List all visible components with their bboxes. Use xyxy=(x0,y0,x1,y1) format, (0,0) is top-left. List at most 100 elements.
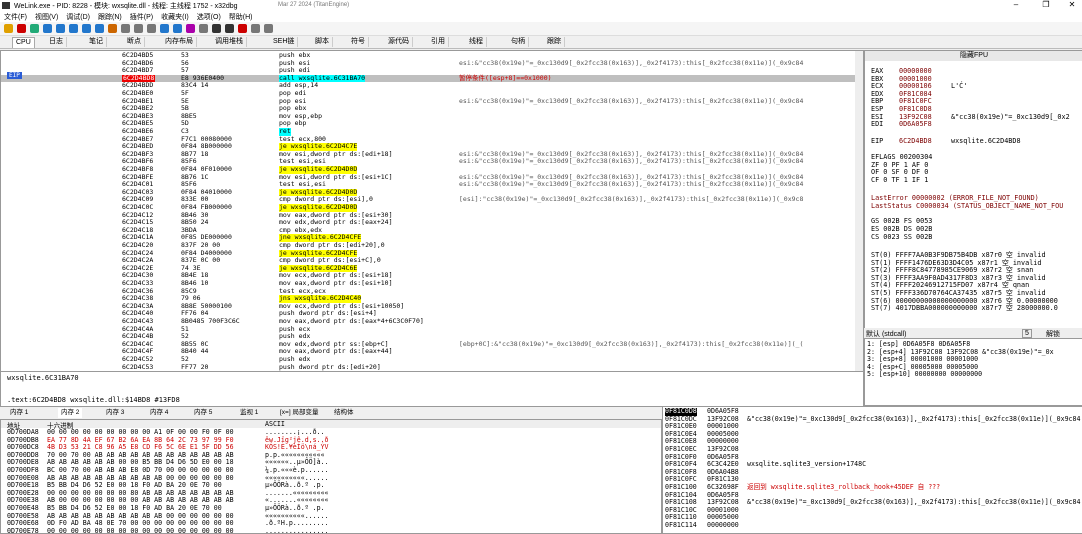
toolbar-icon[interactable] xyxy=(43,24,52,33)
register-comment: &"cc38(0x19e)"=_0xc130d9[_0x2 xyxy=(951,112,1070,121)
dump-tabs: 内存 1 内存 2 内存 3 内存 4 内存 5 监视 1 [x=] 局部变量 结构体 xyxy=(0,408,660,418)
register-comment: L'Ć' xyxy=(951,82,968,91)
register-value[interactable]: 0D6A05F8 xyxy=(899,120,951,128)
tab-5[interactable]: 调用堆栈 xyxy=(212,37,247,47)
dump-header-ascii: ASCII xyxy=(265,420,285,428)
toolbar-icon[interactable] xyxy=(212,24,221,33)
title-bar: WeLink.exe - PID: 8228 - 模块: wxsqlite.dl… xyxy=(0,0,1082,11)
toolbar-icon[interactable] xyxy=(264,24,273,33)
toolbar-icon[interactable] xyxy=(134,24,143,33)
menu-bar: 文件(F) 视图(V) 调试(D) 跟踪(N) 插件(P) 收藏夹(I) 选项(O) 帮助(H… xyxy=(0,11,1082,22)
flags-row: CF 0 TF 1 IF 1 xyxy=(871,176,929,184)
toolbar-icon[interactable] xyxy=(225,24,234,33)
toolbar-icon[interactable] xyxy=(56,24,65,33)
dump-row[interactable]: 0D700E78 00 00 00 00 00 00 00 00 00 00 00… xyxy=(1,526,661,534)
dump-tab-7[interactable]: 结构体 xyxy=(334,408,354,418)
tab-1[interactable]: 日志 xyxy=(46,37,67,47)
tab-0[interactable]: CPU xyxy=(12,37,35,48)
stack-comment: &"cc38(0x19e)"=_0xc130d9[_0x2fcc38(0x163… xyxy=(747,414,1081,423)
dump-address: 0D700E78 xyxy=(7,526,39,534)
view-tabs: CPU 日志 笔记 断点 内存布局 调用堆栈 SEH链 脚本 符号 源代码 引用 线程 句柄 跟踪 xyxy=(0,36,1082,49)
maximize-icon[interactable]: ❐ xyxy=(1036,0,1056,9)
stack-panel[interactable]: 0F81C0D8 0D6A05F8 0F81C0DC 13F92C08 &"cc38(0… xyxy=(662,406,1082,534)
stack-address: 0F81C114 xyxy=(665,521,697,529)
tab-8[interactable]: 符号 xyxy=(348,37,369,47)
dump-ascii: ................ xyxy=(265,526,329,534)
minimize-icon[interactable]: – xyxy=(1006,0,1026,9)
toolbar-icon[interactable] xyxy=(30,24,39,33)
toolbar-icon[interactable] xyxy=(160,24,169,33)
toolbar-icon[interactable] xyxy=(199,24,208,33)
stack-comment: 返回到 wxsqlite.sqlite3_rollback_hook+45DEF… xyxy=(747,483,941,491)
toolbar-icon[interactable] xyxy=(108,24,117,33)
call-args-panel: 1: [esp] 0D6A05F8 0D6A05F8 2: [esp+4] 13F… xyxy=(864,338,1082,406)
dump-tab-6[interactable]: [x=] 局部变量 xyxy=(280,408,318,418)
arg-count-spinner[interactable]: 5 xyxy=(1022,329,1032,338)
tab-3[interactable]: 断点 xyxy=(124,37,145,47)
last-error: LastError 00000002 (ERROR_FILE_NOT_FOUND… xyxy=(871,194,1039,202)
toolbar-icon[interactable] xyxy=(147,24,156,33)
toolbar-icon[interactable] xyxy=(121,24,130,33)
info-location: .text:6C2D4BD8 wxsqlite.dll:$14BD8 #13FD… xyxy=(7,396,180,404)
tab-9[interactable]: 源代码 xyxy=(385,37,413,47)
toolbar-icon[interactable] xyxy=(17,24,26,33)
stack-row[interactable]: 0F81C114 00000000 xyxy=(663,521,1082,530)
disasm-comment: esi:&"cc38(0x19e)"=_0xc130d9[_0x2fcc38(0… xyxy=(459,96,804,105)
disassembly-panel[interactable]: 6C2D4BD5 53 push ebx 6C2D4BD6 56 push esi esi:… xyxy=(0,50,864,372)
disasm-comment: esi:&"cc38(0x19e)"=_0xc130d9[_0x2fcc38(0… xyxy=(459,180,804,189)
toolbar-icon[interactable] xyxy=(186,24,195,33)
build-date: Mar 27 2024 (TitanEngine) xyxy=(278,2,350,8)
dump-hex: 00 00 00 00 00 00 00 00 00 00 00 00 00 0… xyxy=(47,526,234,534)
dump-tab-0[interactable]: 内存 1 xyxy=(10,408,28,418)
register-eip: EIP 6C2D4BD8 wxsqlite.6C2D4BD8 xyxy=(871,137,1021,145)
disasm-comment: esi:&"cc38(0x19e)"=_0xc130d9[_0x2fcc38(0… xyxy=(459,58,804,67)
register-value[interactable]: 6C2D4BD8 xyxy=(899,137,951,145)
tab-4[interactable]: 内存布局 xyxy=(162,37,197,47)
toolbar-icon[interactable] xyxy=(69,24,78,33)
hide-fpu-button[interactable]: 隐藏FPU xyxy=(865,51,1082,61)
toolbar-icon[interactable] xyxy=(4,24,13,33)
tab-7[interactable]: 脚本 xyxy=(312,37,333,47)
toolbar-icon[interactable] xyxy=(173,24,182,33)
app-icon xyxy=(2,2,10,9)
disasm-comment: 暂停条件([esp+8]==0x1000) xyxy=(459,73,552,82)
call-convention-bar: 默认 (stdcall) 5 解锁 xyxy=(864,328,1082,338)
register-name: EDI xyxy=(871,120,884,129)
disasm-comment: esi:&"cc38(0x19e)"=_0xc130d9[_0x2fcc38(0… xyxy=(459,157,804,166)
tab-6[interactable]: SEH链 xyxy=(270,37,299,47)
memory-dump-panel[interactable]: 地址 十六进制 ASCII 0D700DA8 00 00 00 00 00 00 … xyxy=(0,419,662,534)
info-target: wxsqlite.6C31BA70 xyxy=(7,374,79,382)
register-edi: EDI 0D6A05F8 xyxy=(871,120,951,128)
toolbar-icon[interactable] xyxy=(95,24,104,33)
tab-12[interactable]: 句柄 xyxy=(508,37,529,47)
tab-10[interactable]: 引用 xyxy=(428,37,449,47)
segment-row: GS 002B FS 0053 xyxy=(871,217,933,225)
toolbar-icon[interactable] xyxy=(251,24,260,33)
disasm-comment: [esi]:"cc38(0x19e)"=_0xc130d9[_0x2fcc38(… xyxy=(459,195,804,204)
disasm-bytes: 8B0485 700F3C6C xyxy=(181,317,240,325)
fpu-st-register: ST(7) 4017DBBA000000000000 x87r7 空 28000… xyxy=(871,304,1058,313)
info-panel: wxsqlite.6C31BA70 .text:6C2D4BD8 wxsqlit… xyxy=(0,371,864,407)
toolbar xyxy=(0,22,1082,36)
disasm-scrollbar[interactable] xyxy=(855,51,863,371)
toolbar-icon[interactable] xyxy=(82,24,91,33)
dump-tab-1[interactable]: 内存 2 xyxy=(58,408,83,418)
dump-tab-5[interactable]: 监视 1 xyxy=(240,408,258,418)
tab-13[interactable]: 跟踪 xyxy=(544,37,565,47)
stack-comment: &"cc38(0x19e)"=_0xc130d9[_0x2fcc38(0x163… xyxy=(747,498,1081,507)
dump-tab-4[interactable]: 内存 5 xyxy=(194,408,212,418)
tab-11[interactable]: 线程 xyxy=(466,37,487,47)
close-icon[interactable]: ✕ xyxy=(1062,0,1082,9)
window-title: WeLink.exe - PID: 8228 - 模块: wxsqlite.dl… xyxy=(14,3,238,10)
last-status: LastStatus C0000034 (STATUS_OBJECT_NAME_… xyxy=(871,202,1064,210)
toolbar-icon[interactable] xyxy=(238,24,247,33)
dump-header: 地址 十六进制 ASCII xyxy=(1,420,661,430)
disasm-comment: [ebp+0C]:&"cc38(0x19e)"=_0xc130d9[_0x2fc… xyxy=(459,339,804,348)
tab-2[interactable]: 笔记 xyxy=(86,37,107,47)
registers-panel[interactable]: 隐藏FPU EAX 00000000 EBX 00001000 ECX 00000106 L… xyxy=(864,50,1082,330)
dump-tab-3[interactable]: 内存 4 xyxy=(150,408,168,418)
segment-row: CS 0023 SS 002B xyxy=(871,233,933,241)
stack-value: 00000000 xyxy=(707,521,739,529)
register-name: EIP xyxy=(871,137,884,145)
dump-tab-2[interactable]: 内存 3 xyxy=(106,408,124,418)
